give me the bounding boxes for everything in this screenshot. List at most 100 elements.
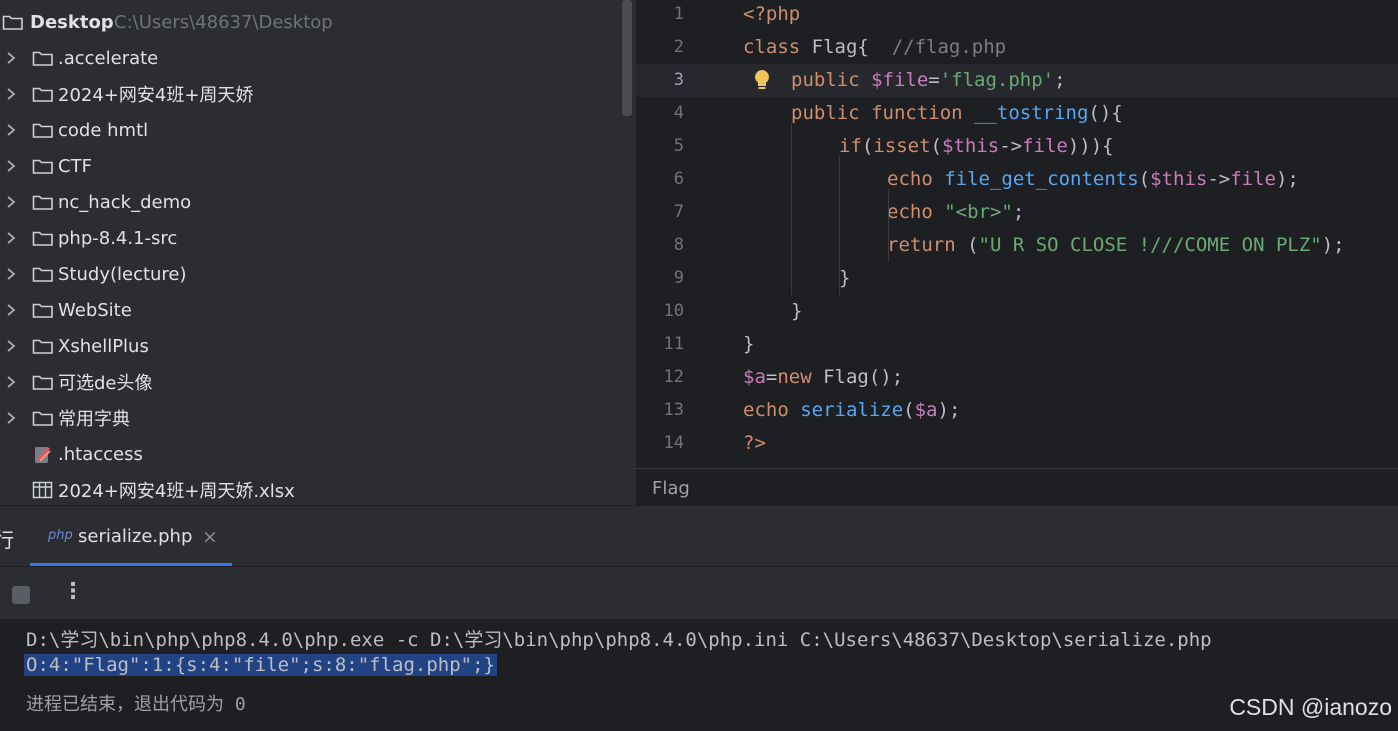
run-tab-bar: 行 php serialize.php ×: [0, 505, 1398, 567]
code-text: $a=new Flag();: [743, 366, 904, 388]
folder-icon: [32, 85, 54, 103]
stop-button[interactable]: [12, 586, 30, 604]
code-text: <?php: [743, 3, 801, 25]
tree-item[interactable]: .htaccess: [0, 436, 620, 472]
code-line[interactable]: 2 class Flag{ //flag.php: [636, 31, 1398, 64]
tree-item-label: .htaccess: [58, 443, 143, 465]
code-line[interactable]: 14 ?>: [636, 427, 1398, 460]
console-command: D:\学习\bin\php\php8.4.0\php.exe -c D:\学习\…: [26, 629, 1212, 651]
code-text: public function __tostring(){: [791, 102, 1123, 124]
folder-icon: [32, 301, 54, 319]
console-exit-message: 进程已结束，退出代码为 0: [26, 694, 246, 715]
folder-icon: [32, 121, 54, 139]
close-icon[interactable]: ×: [202, 526, 218, 548]
project-scrollbar[interactable]: [622, 0, 632, 116]
code-line[interactable]: 13 echo serialize($a);: [636, 394, 1398, 427]
chevron-right-icon[interactable]: [4, 87, 18, 101]
folder-icon: [32, 337, 54, 355]
folder-icon: [32, 265, 54, 283]
code-line[interactable]: 7 echo "<br>";: [636, 196, 1398, 229]
root-path: C:\Users\48637\Desktop: [114, 11, 333, 33]
tree-item[interactable]: php-8.4.1-src: [0, 220, 620, 256]
code-line[interactable]: 4 public function __tostring(){: [636, 97, 1398, 130]
code-text: if(isset($this->file))){: [839, 135, 1114, 157]
code-line[interactable]: 10}: [636, 295, 1398, 328]
folder-icon: [2, 13, 24, 31]
tree-item-label: CTF: [58, 155, 92, 177]
chevron-right-icon[interactable]: [4, 123, 18, 137]
breadcrumb[interactable]: Flag: [636, 468, 1398, 506]
line-number: 14: [663, 433, 684, 453]
chevron-right-icon[interactable]: [4, 339, 18, 353]
tree-item[interactable]: .accelerate: [0, 40, 620, 76]
chevron-right-icon[interactable]: [4, 159, 18, 173]
tree-item[interactable]: XshellPlus: [0, 328, 620, 364]
run-console[interactable]: D:\学习\bin\php\php8.4.0\php.exe -c D:\学习\…: [0, 619, 1398, 731]
tree-item-label: 2024+网安4班+周天娇.xlsx: [58, 481, 295, 502]
line-number: 2: [673, 37, 684, 57]
tree-root[interactable]: Desktop C:\Users\48637\Desktop: [0, 4, 620, 40]
tree-item[interactable]: Study(lecture): [0, 256, 620, 292]
code-text: echo "<br>";: [887, 201, 1025, 223]
tree-item[interactable]: 可选de头像: [0, 364, 620, 400]
folder-icon: [32, 193, 54, 211]
php-file-icon: php: [48, 528, 73, 543]
folder-icon: [32, 229, 54, 247]
chevron-right-icon[interactable]: [4, 51, 18, 65]
code-line[interactable]: 11}: [636, 328, 1398, 361]
tree-item[interactable]: 常用字典: [0, 400, 620, 436]
code-text: echo serialize($a);: [743, 399, 961, 421]
chevron-right-icon[interactable]: [4, 375, 18, 389]
tree-item-label: php-8.4.1-src: [58, 227, 178, 249]
tree-item[interactable]: WebSite: [0, 292, 620, 328]
code-line[interactable]: 12 $a=new Flag();: [636, 361, 1398, 394]
code-text: ?>: [743, 432, 766, 454]
code-editor[interactable]: 1 <?php 2 class Flag{ //flag.php 3 public $fi…: [636, 0, 1398, 468]
code-line[interactable]: 6 echo file_get_contents($this->file);: [636, 163, 1398, 196]
run-side-label: 行: [0, 528, 14, 552]
tree-item-label: code hmtl: [58, 119, 149, 141]
code-line[interactable]: 5 if(isset($this->file))){: [636, 130, 1398, 163]
watermark: CSDN @ianozo: [1229, 694, 1392, 720]
lightbulb-icon[interactable]: [752, 68, 772, 92]
tree-item[interactable]: 2024+网安4班+周天娇.xlsx: [0, 472, 620, 505]
tree-item[interactable]: 2024+网安4班+周天娇: [0, 76, 620, 112]
more-options-icon[interactable]: ⋮: [62, 579, 84, 604]
chevron-right-icon[interactable]: [4, 411, 18, 425]
code-line[interactable]: 9}: [636, 262, 1398, 295]
tree-item[interactable]: code hmtl: [0, 112, 620, 148]
tree-item[interactable]: CTF: [0, 148, 620, 184]
line-number: 5: [673, 136, 684, 156]
spreadsheet-file-icon: [32, 481, 54, 499]
tree-item-label: 可选de头像: [58, 373, 153, 394]
line-number: 6: [673, 169, 684, 189]
chevron-right-icon[interactable]: [4, 303, 18, 317]
indent-guide: [791, 123, 792, 295]
breadcrumb-item[interactable]: Flag: [652, 478, 690, 499]
line-number: 12: [663, 367, 684, 387]
tree-item[interactable]: nc_hack_demo: [0, 184, 620, 220]
tab-label: serialize.php: [78, 526, 193, 547]
code-text: }: [791, 300, 803, 322]
tree-item-label: 常用字典: [58, 409, 130, 430]
chevron-right-icon[interactable]: [4, 195, 18, 209]
code-text: class Flag{ //flag.php: [743, 36, 1007, 58]
indent-guide: [839, 156, 840, 295]
line-number: 10: [663, 301, 684, 321]
line-number: 1: [673, 4, 684, 24]
tree-item-label: nc_hack_demo: [58, 191, 192, 213]
line-number: 9: [673, 268, 684, 288]
line-number: 8: [673, 235, 684, 255]
folder-icon: [32, 409, 54, 427]
tab-serialize-php[interactable]: php serialize.php ×: [30, 506, 232, 567]
code-text: }: [743, 333, 755, 355]
code-line[interactable]: 3 public $file='flag.php';: [636, 64, 1398, 97]
folder-icon: [32, 157, 54, 175]
chevron-right-icon[interactable]: [4, 267, 18, 281]
console-output[interactable]: O:4:"Flag":1:{s:4:"file";s:8:"flag.php";…: [24, 654, 497, 676]
code-text: }: [839, 267, 851, 289]
folder-icon: [32, 373, 54, 391]
code-line[interactable]: 8 return ("U R SO CLOSE !///COME ON PLZ")…: [636, 229, 1398, 262]
chevron-right-icon[interactable]: [4, 231, 18, 245]
code-line[interactable]: 1 <?php: [636, 0, 1398, 31]
